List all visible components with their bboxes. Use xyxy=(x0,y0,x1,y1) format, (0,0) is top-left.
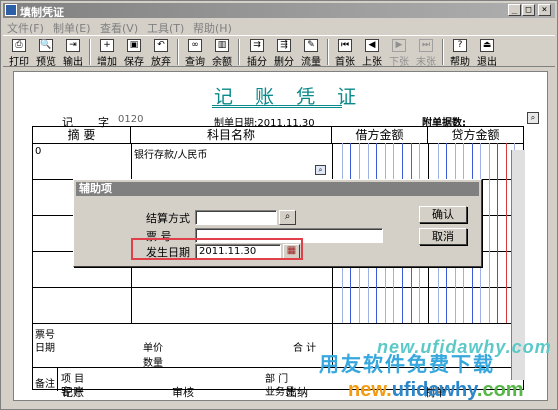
voucher-window: 填制凭证 _ □ × 文件(F) 制单(E) 查看(V) 工具(T) 帮助(H)… xyxy=(0,0,558,410)
footer-total-label: 合 计 xyxy=(293,343,317,354)
save-button[interactable]: ▣ 保存 xyxy=(122,38,146,68)
title-bar: 填制凭证 _ □ × xyxy=(3,3,555,19)
menu-tools[interactable]: 工具(T) xyxy=(147,20,184,36)
header-summary: 摘 要 xyxy=(33,127,131,143)
footer-unit-price-label: 单价 xyxy=(143,343,163,354)
row1-summary[interactable]: 0 xyxy=(35,146,41,157)
insert-entry-button[interactable]: ⇉ 插分 xyxy=(245,38,269,68)
query-button[interactable]: ∞ 查询 xyxy=(183,38,207,68)
footer-bookkeeper-label: 记账 xyxy=(62,386,84,399)
add-button[interactable]: + 增加 xyxy=(95,38,119,68)
printer-icon: ⎙ xyxy=(12,39,26,52)
toolbar-separator xyxy=(238,39,240,65)
amount-digit-line xyxy=(506,143,507,323)
maximize-button[interactable]: □ xyxy=(522,4,535,16)
binoculars-icon: ∞ xyxy=(188,39,202,52)
settlement-input[interactable] xyxy=(195,210,277,225)
prev-icon: ◀ xyxy=(365,39,379,52)
search-icon[interactable]: ⌕ xyxy=(315,165,326,175)
search-icon[interactable]: ⌕ xyxy=(527,112,539,124)
header-account: 科目名称 xyxy=(131,127,332,143)
next-voucher-button[interactable]: ▶ 下张 xyxy=(387,38,411,68)
amount-digit-line xyxy=(489,143,490,323)
highlight-box xyxy=(131,238,303,260)
help-button[interactable]: ? 帮助 xyxy=(448,38,472,68)
toolbar-separator xyxy=(442,39,444,65)
watermark-slogan: 用友软件免费下载 xyxy=(319,352,495,376)
insert-row-icon: ⇉ xyxy=(250,39,264,52)
minimize-button[interactable]: _ xyxy=(508,4,521,16)
flow-icon: ✎ xyxy=(304,39,318,52)
settlement-label: 结算方式 xyxy=(146,212,190,225)
help-icon: ? xyxy=(453,39,467,52)
add-icon: + xyxy=(100,39,114,52)
cancel-button[interactable]: 取消 xyxy=(419,228,467,245)
prev-voucher-button[interactable]: ◀ 上张 xyxy=(360,38,384,68)
header-credit: 贷方金额 xyxy=(451,128,500,142)
grid-line xyxy=(33,287,523,288)
menu-file[interactable]: 文件(F) xyxy=(7,20,44,36)
exit-button[interactable]: ⏏ 退出 xyxy=(475,38,499,68)
menu-bar: 文件(F) 制单(E) 查看(V) 工具(T) 帮助(H) xyxy=(3,18,555,36)
next-icon: ▶ xyxy=(392,39,406,52)
dialog-title: 辅助项 xyxy=(76,182,479,196)
app-icon xyxy=(5,4,17,16)
balance-chart-icon: ▥ xyxy=(215,39,229,52)
voucher-number[interactable]: 0120 xyxy=(118,114,143,125)
first-icon: ⏮ xyxy=(338,39,352,52)
preview-button[interactable]: 🔍 预览 xyxy=(34,38,58,68)
exit-icon: ⏏ xyxy=(480,39,494,52)
footer-cashier-label: 出纳 xyxy=(286,386,308,399)
header-debit: 借方金额 xyxy=(332,127,428,143)
menu-help[interactable]: 帮助(H) xyxy=(193,20,232,36)
delete-row-icon: ⇶ xyxy=(277,39,291,52)
voucher-title-underline xyxy=(212,105,342,108)
preview-icon: 🔍 xyxy=(39,39,53,52)
undo-icon: ↶ xyxy=(154,39,168,52)
toolbar: ⎙ 打印 🔍 预览 ⇥ 输出 + 增加 ▣ 保存 ↶ 放弃 ∞ 查询 ▥ 余额 ⇉ 插分 ⇶ 删分 … xyxy=(3,35,555,68)
close-button[interactable]: × xyxy=(538,4,551,16)
grid-line xyxy=(33,143,523,144)
footer-date-label: 日期 xyxy=(35,343,55,354)
row1-account[interactable]: 银行存款/人民币 xyxy=(134,146,207,161)
print-button[interactable]: ⎙ 打印 xyxy=(7,38,31,68)
toolbar-separator xyxy=(177,39,179,65)
watermark-url-colored: new.ufidawhy.com xyxy=(348,379,524,401)
delete-entry-button[interactable]: ⇶ 删分 xyxy=(272,38,296,68)
last-voucher-button[interactable]: ⏭ 末张 xyxy=(414,38,438,68)
toolbar-separator xyxy=(89,39,91,65)
grid-line xyxy=(57,367,58,391)
first-voucher-button[interactable]: ⏮ 首张 xyxy=(333,38,357,68)
menu-edit[interactable]: 制单(E) xyxy=(53,20,91,36)
amount-digit-line xyxy=(497,143,498,323)
toolbar-separator xyxy=(327,39,329,65)
grid-line xyxy=(33,323,523,324)
search-icon[interactable]: ⌕ xyxy=(279,210,296,225)
export-button[interactable]: ⇥ 输出 xyxy=(61,38,85,68)
menu-view[interactable]: 查看(V) xyxy=(100,20,138,36)
ok-button[interactable]: 确认 xyxy=(419,206,467,223)
footer-audit-label: 审核 xyxy=(172,386,194,399)
balance-button[interactable]: ▥ 余额 xyxy=(210,38,234,68)
cashflow-button[interactable]: ✎ 流量 xyxy=(299,38,323,68)
footer-remark-label: 备注 xyxy=(35,379,55,390)
save-icon: ▣ xyxy=(127,39,141,52)
discard-button[interactable]: ↶ 放弃 xyxy=(149,38,173,68)
export-icon: ⇥ xyxy=(66,39,80,52)
last-icon: ⏭ xyxy=(419,39,433,52)
footer-quantity-label: 数量 xyxy=(143,358,163,369)
